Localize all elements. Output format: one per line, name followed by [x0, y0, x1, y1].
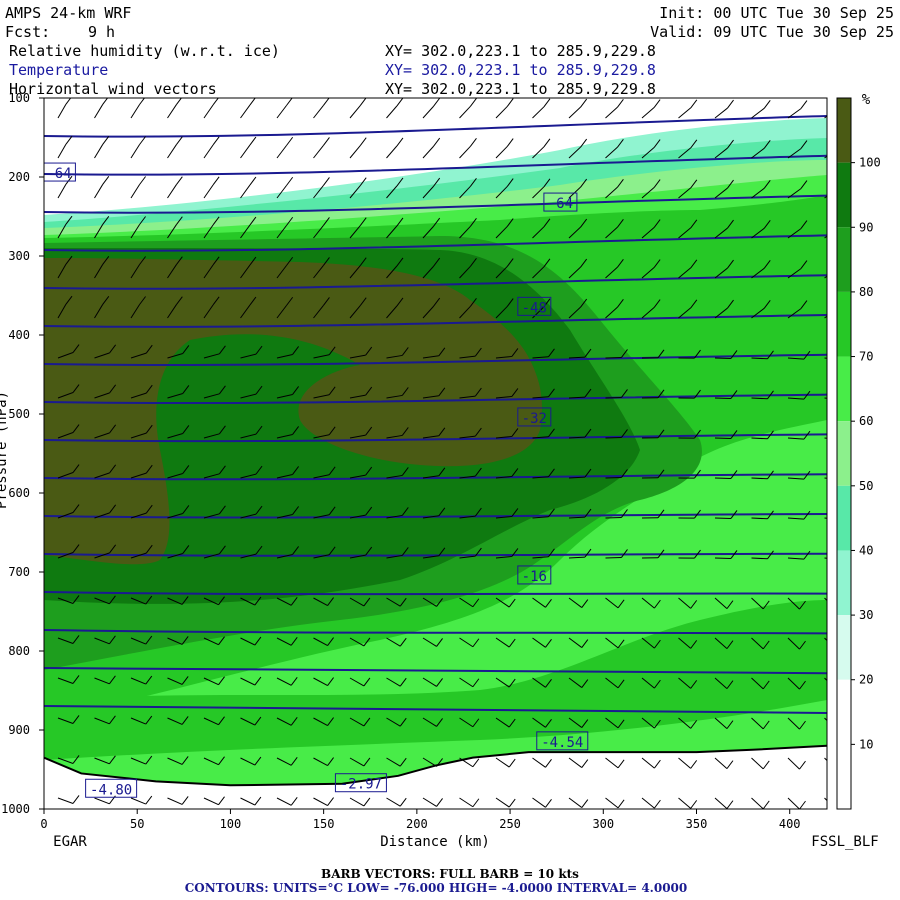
station-right: FSSL_BLF — [811, 834, 878, 850]
colorbar-tick-label: 50 — [859, 479, 873, 493]
contour-label: -48 — [522, 300, 547, 316]
x-tick-label: 250 — [499, 817, 521, 831]
model-title: AMPS 24-km WRF — [5, 4, 131, 22]
colorbar-tick-label: 90 — [859, 220, 873, 234]
y-tick-label: 100 — [8, 91, 30, 105]
colorbar-tick-label: 70 — [859, 350, 873, 364]
contour-label: -16 — [522, 569, 547, 585]
x-tick-label: 200 — [406, 817, 428, 831]
colorbar-swatch — [837, 98, 851, 163]
colorbar-swatch — [837, 615, 851, 680]
colorbar-unit: % — [862, 92, 871, 108]
contour-label: -4.80 — [90, 782, 132, 798]
colorbar-swatch — [837, 550, 851, 616]
colorbar-tick-label: 60 — [859, 414, 873, 428]
colorbar-swatch — [837, 227, 851, 292]
cross-section-chart: AMPS 24-km WRF Init: 00 UTC Tue 30 Sep 2… — [0, 4, 894, 895]
x-axis: 0 50 100 150 200 250 300 350 400 — [40, 809, 801, 831]
colorbar-swatch — [837, 162, 851, 228]
init-time: Init: 00 UTC Tue 30 Sep 25 — [659, 4, 894, 22]
x-tick-label: 150 — [313, 817, 335, 831]
fcst-value: 9 h — [88, 23, 115, 41]
field-name-temp: Temperature — [9, 61, 108, 79]
x-tick-label: 0 — [40, 817, 47, 831]
contour-label: -2.97 — [340, 777, 382, 793]
wind-barb — [605, 396, 622, 399]
colorbar-tick-label: 40 — [859, 543, 873, 557]
field-name-wind: Horizontal wind vectors — [9, 80, 217, 98]
wind-barb — [605, 516, 622, 519]
y-tick-label: 800 — [8, 644, 30, 658]
y-tick-label: 400 — [8, 328, 30, 342]
x-tick-label: 50 — [130, 817, 144, 831]
valid-time: Valid: 09 UTC Tue 30 Sep 25 — [650, 23, 894, 41]
x-tick-label: 300 — [592, 817, 614, 831]
y-tick-label: 900 — [8, 723, 30, 737]
field-xy-rh: XY= 302.0,223.1 to 285.9,229.8 — [385, 42, 656, 60]
contour-label: -64 — [548, 196, 573, 212]
y-axis-label: Pressure (hPa) — [0, 391, 10, 509]
colorbar-swatch — [837, 421, 851, 486]
colorbar-tick-label: 80 — [859, 285, 873, 299]
footer-barb-note: BARB VECTORS: FULL BARB = 10 kts — [321, 867, 579, 881]
y-tick-label: 700 — [8, 565, 30, 579]
wind-barb — [605, 356, 622, 359]
y-tick-label: 500 — [8, 407, 30, 421]
y-tick-label: 1000 — [1, 802, 30, 816]
colorbar-tick-label: 30 — [859, 608, 873, 622]
colorbar-swatch — [837, 291, 851, 357]
x-tick-label: 100 — [220, 817, 242, 831]
y-tick-label: 600 — [8, 486, 30, 500]
y-tick-label: 300 — [8, 249, 30, 263]
wind-barb — [605, 436, 622, 439]
x-tick-label: 400 — [779, 817, 801, 831]
field-name-rh: Relative humidity (w.r.t. ice) — [9, 42, 280, 60]
footer-contour-note: CONTOURS: UNITS=°C LOW= -76.000 HIGH= -4… — [185, 881, 688, 895]
colorbar-swatch — [837, 356, 851, 422]
field-xy-wind: XY= 302.0,223.1 to 285.9,229.8 — [385, 80, 656, 98]
colorbar: 100 90 80 70 60 50 40 30 20 10 — [836, 97, 881, 810]
colorbar-swatch — [837, 485, 851, 551]
contour-label: -64 — [46, 166, 71, 182]
fcst-label: Fcst: — [5, 23, 50, 41]
colorbar-swatch — [837, 744, 851, 809]
x-axis-label: Distance (km) — [380, 834, 490, 850]
colorbar-tick-label: 100 — [859, 156, 881, 170]
wind-barb — [605, 556, 622, 559]
wind-barb — [605, 476, 622, 479]
colorbar-tick-label: 20 — [859, 673, 873, 687]
contour-label: -32 — [522, 411, 547, 427]
field-xy-temp: XY= 302.0,223.1 to 285.9,229.8 — [385, 61, 656, 79]
contour-label: -4.54 — [541, 735, 583, 751]
y-tick-label: 200 — [8, 170, 30, 184]
x-tick-label: 350 — [686, 817, 708, 831]
plot-area: -64 -64 -48 -32 -16 -4.54 -4.80 -2.97 — [44, 98, 827, 809]
station-left: EGAR — [53, 834, 87, 850]
colorbar-tick-label: 10 — [859, 737, 873, 751]
colorbar-swatch — [837, 679, 851, 745]
